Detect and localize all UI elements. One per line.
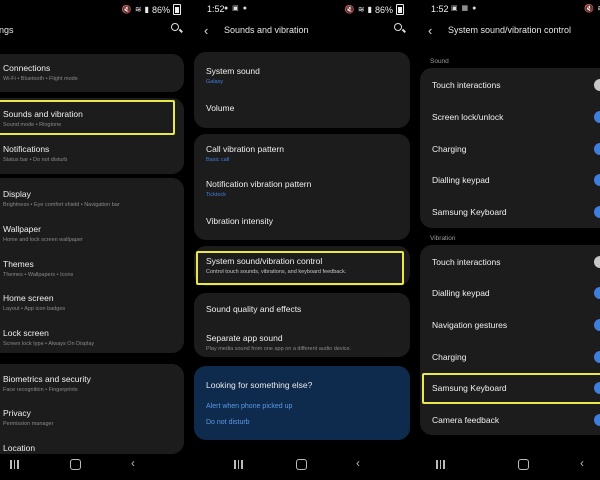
toggle-switch[interactable] xyxy=(594,79,600,91)
system-sound-vibration-control-panel: 1:52 ▣ ▦ ● 🔇 ≋ ‹ System sound/vibration … xyxy=(418,0,600,480)
status-time: 1:52 xyxy=(207,4,225,14)
toggle-switch[interactable] xyxy=(594,351,600,363)
toggle-row-sound-touch[interactable]: Touch interactions xyxy=(432,80,600,90)
toggle-switch[interactable] xyxy=(594,111,600,123)
page-title: ngs xyxy=(0,25,14,35)
settings-item-system-sound[interactable]: System sound Galaxy xyxy=(206,66,402,85)
toggle-switch[interactable] xyxy=(594,174,600,186)
link-do-not-disturb[interactable]: Do not disturb xyxy=(206,419,250,426)
nav-bar: ‹ xyxy=(194,452,414,480)
settings-item-notification-vibration[interactable]: Notification vibration pattern Ticktock xyxy=(206,179,402,198)
settings-item-biometrics[interactable]: Biometrics and security Face recognition… xyxy=(3,374,176,393)
settings-item-themes[interactable]: Themes Themes • Wallpapers • Icons xyxy=(3,259,176,278)
back-arrow-icon[interactable]: ‹ xyxy=(428,23,432,38)
battery-icon xyxy=(396,4,404,15)
battery-percent: 86% xyxy=(374,4,393,15)
mute-icon: 🔇 xyxy=(121,5,132,14)
highlight-box xyxy=(422,373,600,404)
mute-icon: 🔇 xyxy=(584,4,595,13)
recent-apps-icon[interactable] xyxy=(10,460,19,469)
notification-icons: ● ▣ ● xyxy=(224,5,248,12)
card-system-sound: System sound Galaxy Volume xyxy=(194,52,410,128)
toggle-switch[interactable] xyxy=(594,256,600,268)
sounds-and-vibration-panel: 1:52 ● ▣ ● 🔇 ≋ ▮ 86% ‹ Sounds and vibrat… xyxy=(194,0,414,480)
home-icon[interactable] xyxy=(518,459,529,470)
toggle-switch[interactable] xyxy=(594,287,600,299)
settings-item-connections[interactable]: Connections Wi-Fi • Bluetooth • Flight m… xyxy=(3,63,176,82)
wifi-icon: ≋ xyxy=(357,5,365,14)
toggle-row-vib-dialling[interactable]: Dialling keypad xyxy=(432,288,600,298)
card-vibration-settings: Touch interactions Dialling keypad Navig… xyxy=(420,245,600,435)
status-time: 1:52 xyxy=(431,4,449,14)
back-icon[interactable]: ‹ xyxy=(580,456,584,470)
highlight-box xyxy=(0,100,175,135)
toggle-row-vib-camera[interactable]: Camera feedback xyxy=(432,415,600,425)
status-bar: 1:52 ▣ ▦ ● 🔇 ≋ xyxy=(418,0,600,18)
toggle-row-vib-navigation[interactable]: Navigation gestures xyxy=(432,320,600,330)
toggle-switch[interactable] xyxy=(594,143,600,155)
settings-item-sound-quality[interactable]: Sound quality and effects xyxy=(206,304,402,314)
toggle-row-sound-screen-lock[interactable]: Screen lock/unlock xyxy=(432,112,600,122)
settings-item-call-vibration[interactable]: Call vibration pattern Basic call xyxy=(206,144,402,163)
page-title: Sounds and vibration xyxy=(224,25,309,35)
card-vibration: Call vibration pattern Basic call Notifi… xyxy=(194,134,410,240)
recent-apps-icon[interactable] xyxy=(436,460,445,469)
sounds-header: ‹ Sounds and vibration xyxy=(194,20,414,42)
settings-item-vibration-intensity[interactable]: Vibration intensity xyxy=(206,216,402,226)
section-label-sound: Sound xyxy=(430,58,449,65)
toggle-row-vib-touch[interactable]: Touch interactions xyxy=(432,257,600,267)
card-sound-settings: Touch interactions Screen lock/unlock Ch… xyxy=(420,68,600,228)
search-icon[interactable] xyxy=(171,23,181,33)
status-bar: 🔇 ≋ ▮ 86% xyxy=(0,0,191,18)
settings-item-home-screen[interactable]: Home screen Layout • App icon badges xyxy=(3,293,176,312)
toggle-switch[interactable] xyxy=(594,206,600,218)
battery-percent: 86% xyxy=(151,4,170,15)
card-sound-quality: Sound quality and effects Separate app s… xyxy=(194,293,410,357)
settings-item-display[interactable]: Display Brightness • Eye comfort shield … xyxy=(3,189,176,208)
control-header: ‹ System sound/vibration control xyxy=(418,20,600,42)
toggle-switch[interactable] xyxy=(594,414,600,426)
settings-panel: 🔇 ≋ ▮ 86% ngs Connections Wi-Fi • Blueto… xyxy=(0,0,191,480)
page-title: System sound/vibration control xyxy=(448,25,572,35)
recent-apps-icon[interactable] xyxy=(234,460,243,469)
wifi-icon: ≋ xyxy=(134,5,142,14)
status-bar: 1:52 ● ▣ ● 🔇 ≋ ▮ 86% xyxy=(194,0,414,18)
signal-icon: ▮ xyxy=(144,5,149,14)
settings-item-privacy[interactable]: Privacy Permission manager xyxy=(3,408,176,427)
notification-icons: ▣ ▦ ● xyxy=(451,5,478,12)
settings-item-notifications[interactable]: Notifications Status bar • Do not distur… xyxy=(3,144,176,163)
back-icon[interactable]: ‹ xyxy=(131,456,135,470)
nav-bar: ‹ xyxy=(0,452,191,480)
back-icon[interactable]: ‹ xyxy=(356,456,360,470)
card-display-group: Display Brightness • Eye comfort shield … xyxy=(0,178,184,353)
signal-icon: ▮ xyxy=(367,5,372,14)
toggle-switch[interactable] xyxy=(594,319,600,331)
settings-item-volume[interactable]: Volume xyxy=(206,103,402,113)
looking-for-something-card: Looking for something else? Alert when p… xyxy=(194,366,410,440)
mute-icon: 🔇 xyxy=(344,5,355,14)
settings-item-lock-screen[interactable]: Lock screen Screen lock type • Always On… xyxy=(3,328,176,347)
home-icon[interactable] xyxy=(296,459,307,470)
settings-item-wallpaper[interactable]: Wallpaper Home and lock screen wallpaper xyxy=(3,224,176,243)
toggle-row-sound-keyboard[interactable]: Samsung Keyboard xyxy=(432,207,600,217)
settings-item-separate-app-sound[interactable]: Separate app sound Play media sound from… xyxy=(206,333,402,352)
toggle-row-sound-dialling[interactable]: Dialling keypad xyxy=(432,175,600,185)
toggle-row-sound-charging[interactable]: Charging xyxy=(432,144,600,154)
toggle-row-vib-charging[interactable]: Charging xyxy=(432,352,600,362)
looking-title: Looking for something else? xyxy=(206,380,313,390)
section-label-vibration: Vibration xyxy=(430,235,456,242)
search-icon[interactable] xyxy=(394,23,404,33)
battery-icon xyxy=(173,4,181,15)
card-security-group: Biometrics and security Face recognition… xyxy=(0,364,184,454)
home-icon[interactable] xyxy=(70,459,81,470)
settings-header: ngs xyxy=(0,20,191,42)
link-alert-picked-up[interactable]: Alert when phone picked up xyxy=(206,403,292,410)
card-connections: Connections Wi-Fi • Bluetooth • Flight m… xyxy=(0,54,184,92)
back-arrow-icon[interactable]: ‹ xyxy=(204,23,208,38)
nav-bar: ‹ xyxy=(418,452,600,480)
highlight-box xyxy=(196,251,404,285)
